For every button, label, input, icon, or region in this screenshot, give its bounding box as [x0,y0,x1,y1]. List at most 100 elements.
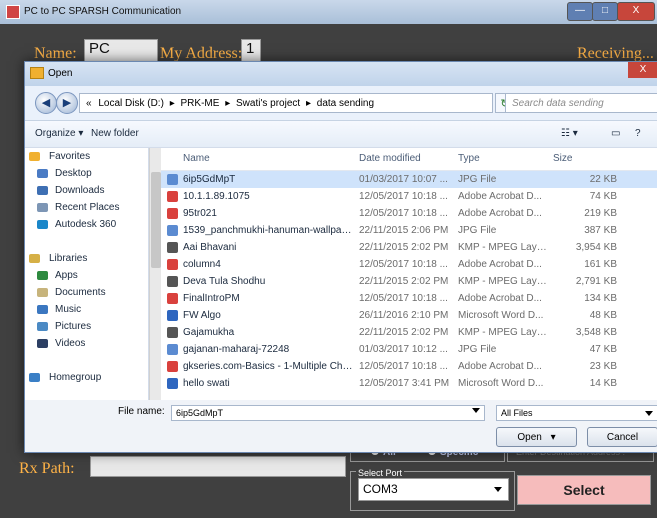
minimize-button[interactable]: — [567,2,593,21]
sidebar-item-label: Desktop [55,168,92,179]
jpg-file-icon [167,225,178,236]
view-icon[interactable]: ☷ ▾ [561,128,578,139]
command-bar: Organize ▾ New folder ☷ ▾ ▭ ? [25,121,657,148]
file-row[interactable]: 6ip5GdMpT 01/03/2017 10:07 ... JPG File 22 … [161,171,657,188]
dialog-title: Open [48,68,73,79]
address-path[interactable]: « Local Disk (D:) ▸ PRK-ME ▸ Swati's pro… [79,93,493,113]
file-name: 10.1.1.89.1075 [183,191,250,202]
search-input[interactable]: Search data sending [505,93,657,113]
open-dropdown-icon[interactable]: ▾ [551,432,556,443]
file-row[interactable]: gkseries.com-Basics - 1-Multiple Choice … [161,358,657,375]
new-folder-button[interactable]: New folder [91,128,139,139]
sidebar-item-recent-places[interactable]: Recent Places [25,199,148,216]
sidebar-item-autodesk-360[interactable]: Autodesk 360 [25,216,148,233]
open-button[interactable]: Open ▾ [496,427,577,447]
forward-icon[interactable]: ▶ [56,92,78,114]
file-row[interactable]: 10.1.1.89.1075 12/05/2017 10:18 ... Adobe … [161,188,657,205]
file-type-value: All Files [501,408,533,418]
close-button[interactable]: X [617,2,655,21]
sidebar-item-documents[interactable]: Documents [25,284,148,301]
path-part[interactable]: PRK-ME [181,98,220,109]
column-date[interactable]: Date modified [359,148,454,170]
pdf-file-icon [167,259,178,270]
file-row[interactable]: hello swati 12/05/2017 3:41 PM Microsoft W… [161,375,657,392]
file-row[interactable]: Aai Bhavani 22/11/2015 2:02 PM KMP - MPEG … [161,239,657,256]
sidebar-item-apps[interactable]: Apps [25,267,148,284]
file-date: 22/11/2015 2:02 PM [359,242,449,253]
name-field[interactable]: PC [84,39,158,62]
file-date: 22/11/2015 2:02 PM [359,327,449,338]
homegroup-icon [29,373,40,382]
sidebar-item-desktop[interactable]: Desktop [25,165,148,182]
path-part[interactable]: Local Disk (D:) [98,98,164,109]
file-row[interactable]: column4 12/05/2017 10:18 ... Adobe Acrobat… [161,256,657,273]
maximize-button[interactable]: □ [592,2,618,21]
sidebar-item-libraries[interactable]: Libraries [25,250,148,267]
file-type: JPG File [458,225,497,236]
select-button[interactable]: Select [517,475,651,505]
file-type: Microsoft Word D... [458,378,544,389]
window-title: PC to PC SPARSH Communication [24,6,182,17]
file-size: 219 KB [584,208,617,219]
port-value: COM3 [363,482,398,496]
file-name: hello swati [183,378,230,389]
organize-button[interactable]: Organize ▾ [35,128,83,139]
sidebar-item-pictures[interactable]: Pictures [25,318,148,335]
sidebar-item-label: Apps [55,270,78,281]
file-date: 12/05/2017 10:18 ... [359,259,448,270]
file-row[interactable]: 1539_panchmukhi-hanuman-wallpaper-08 22/1… [161,222,657,239]
port-select[interactable]: COM3 [358,478,509,501]
rx-path-field[interactable] [90,456,346,477]
sidebar-item-label: Downloads [55,185,105,196]
file-name-label: File name: [118,406,165,417]
file-type: KMP - MPEG Laye... [458,276,550,287]
file-row[interactable]: gajanan-maharaj-72248 01/03/2017 10:12 ..… [161,341,657,358]
file-size: 3,548 KB [575,327,617,338]
sidebar-item-downloads[interactable]: Downloads [25,182,148,199]
file-type: JPG File [458,344,497,355]
file-date: 22/11/2015 2:02 PM [359,276,449,287]
doc-file-icon [167,310,178,321]
path-part[interactable]: Swati's project [236,98,300,109]
file-type: Adobe Acrobat D... [458,293,542,304]
cancel-button[interactable]: Cancel [587,427,657,447]
address-field[interactable]: 1 [241,39,261,62]
file-size: 134 KB [584,293,617,304]
file-name: 1539_panchmukhi-hanuman-wallpaper-08 [183,225,353,236]
file-type: KMP - MPEG Laye... [458,242,550,253]
desktop-icon [37,169,48,178]
dialog-titlebar: Open X [25,62,657,86]
pictures-icon [37,322,48,331]
column-name[interactable]: Name [183,148,353,170]
back-icon[interactable]: ◀ [35,92,57,114]
file-row[interactable]: Deva Tula Shodhu 22/11/2015 2:02 PM KMP - … [161,273,657,290]
column-size[interactable]: Size [553,148,617,170]
file-row[interactable]: FinalIntroPM 12/05/2017 10:18 ... Adobe Ac… [161,290,657,307]
scroll-thumb[interactable] [151,172,161,268]
file-name-input[interactable]: 6ip5GdMpT [171,405,485,421]
path-part[interactable]: data sending [317,98,374,109]
sidebar-item-videos[interactable]: Videos [25,335,148,352]
file-row[interactable]: Gajamukha 22/11/2015 2:02 PM KMP - MPEG La… [161,324,657,341]
sidebar-item-favorites[interactable]: Favorites [25,148,148,165]
file-row[interactable]: 95tr021 12/05/2017 10:18 ... Adobe Acrobat… [161,205,657,222]
app-icon [6,5,20,19]
dialog-close-button[interactable]: X [628,62,657,78]
library-icon [29,254,40,263]
help-icon[interactable]: ? [635,128,641,139]
sidebar-item-music[interactable]: Music [25,301,148,318]
column-type[interactable]: Type [458,148,550,170]
chevron-down-icon[interactable] [472,408,480,413]
sidebar-item-label: Favorites [49,151,91,162]
file-row[interactable]: FW Algo 26/11/2016 2:10 PM Microsoft Word … [161,307,657,324]
sidebar-item-label: Videos [55,338,86,349]
downloads-icon [37,186,48,195]
documents-icon [37,288,48,297]
navigation-bar: ◀ ▶ « Local Disk (D:) ▸ PRK-ME ▸ Swati's… [25,86,657,121]
file-type-filter[interactable]: All Files [496,405,657,421]
doc-file-icon [167,378,178,389]
select-port-label: Select Port [356,468,405,478]
sidebar-item-homegroup[interactable]: Homegroup [25,369,148,386]
preview-pane-icon[interactable]: ▭ [611,128,620,139]
navigation-pane: Favorites Desktop Downloads Recent Places Au… [25,148,149,400]
